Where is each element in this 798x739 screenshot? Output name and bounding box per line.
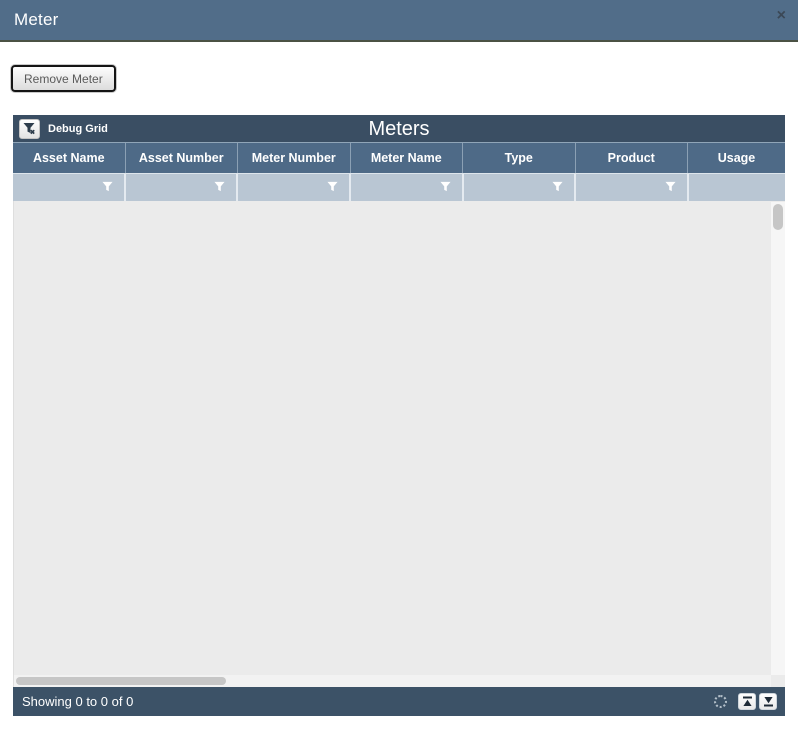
scroll-top-icon: [742, 696, 753, 707]
filter-cell-asset-number[interactable]: [124, 174, 237, 201]
filter-funnel-icon[interactable]: [440, 179, 451, 197]
grid-titlebar: Debug Grid Meters: [13, 115, 785, 143]
close-icon[interactable]: ×: [777, 8, 786, 24]
vertical-scrollbar-thumb[interactable]: [773, 204, 783, 230]
column-header-type[interactable]: Type: [462, 143, 575, 173]
filter-cell-product[interactable]: [574, 174, 687, 201]
filter-funnel-icon[interactable]: [102, 179, 113, 197]
meters-grid: Debug Grid Meters Asset Name Asset Numbe…: [13, 115, 785, 716]
filter-funnel-icon[interactable]: [552, 179, 563, 197]
clear-filter-button[interactable]: [19, 119, 40, 139]
horizontal-scrollbar-thumb[interactable]: [16, 677, 226, 685]
modal-header: Meter ×: [0, 0, 798, 42]
horizontal-scrollbar[interactable]: [14, 675, 771, 687]
column-header-meter-name[interactable]: Meter Name: [350, 143, 463, 173]
scroll-to-bottom-button[interactable]: [759, 693, 777, 710]
column-header-asset-name[interactable]: Asset Name: [13, 143, 125, 173]
column-header-product[interactable]: Product: [575, 143, 688, 173]
filter-cell-usage[interactable]: [687, 174, 785, 201]
modal-title: Meter: [14, 0, 58, 40]
filter-funnel-icon[interactable]: [327, 179, 338, 197]
filter-cell-meter-number[interactable]: [236, 174, 349, 201]
filter-cell-meter-name[interactable]: [349, 174, 462, 201]
column-header-meter-number[interactable]: Meter Number: [237, 143, 350, 173]
remove-meter-button[interactable]: Remove Meter: [11, 65, 116, 92]
filter-funnel-icon[interactable]: [665, 179, 676, 197]
funnel-x-icon: [23, 122, 36, 135]
debug-grid-label: Debug Grid: [48, 123, 108, 135]
column-header-asset-number[interactable]: Asset Number: [125, 143, 238, 173]
scroll-bottom-icon: [763, 696, 774, 707]
filter-cell-type[interactable]: [462, 174, 575, 201]
column-header-usage[interactable]: Usage: [687, 143, 785, 173]
grid-body-empty: [13, 201, 785, 687]
column-header-row: Asset Name Asset Number Meter Number Met…: [13, 143, 785, 173]
filter-cell-asset-name[interactable]: [13, 174, 124, 201]
filter-row: [13, 173, 785, 201]
vertical-scrollbar[interactable]: [771, 202, 785, 675]
grid-footer: Showing 0 to 0 of 0: [13, 687, 785, 716]
filter-funnel-icon[interactable]: [214, 179, 225, 197]
spinner-icon: [714, 695, 727, 708]
grid-title: Meters: [13, 115, 785, 143]
row-count-status: Showing 0 to 0 of 0: [22, 694, 714, 709]
scroll-to-top-button[interactable]: [738, 693, 756, 710]
